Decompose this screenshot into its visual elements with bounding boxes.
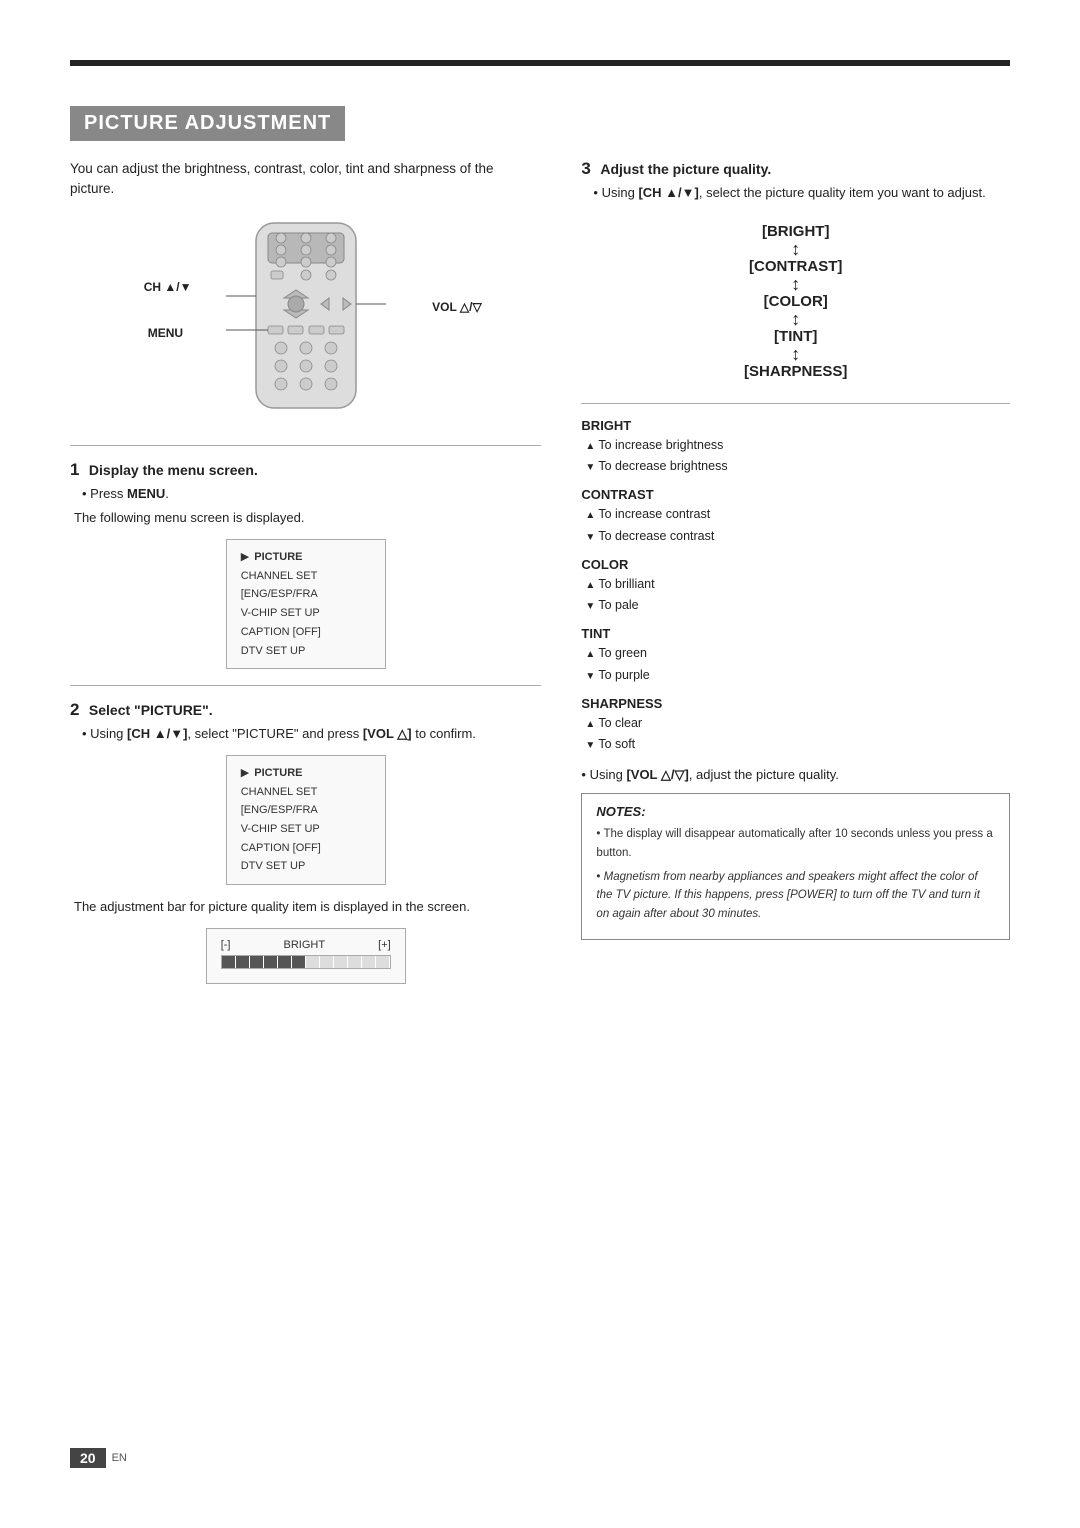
adj-bar-container: [-] BRIGHT [+]	[206, 928, 406, 984]
notes-box: NOTES: • The display will disappear auto…	[581, 793, 1010, 940]
page: PICTURE ADJUSTMENT You can adjust the br…	[0, 0, 1080, 1528]
quality-item-tint: [TINT]	[774, 329, 817, 344]
quality-arrow-3: ↕	[791, 310, 800, 328]
quality-diagram: [BRIGHT] ↕ [CONTRAST] ↕ [COLOR] ↕ [TINT]…	[581, 224, 1010, 379]
contrast-down: To decrease contrast	[585, 526, 1010, 547]
divider-1	[70, 445, 541, 446]
attr-list-bright: To increase brightness To decrease brigh…	[585, 435, 1010, 478]
attr-title-contrast: CONTRAST	[581, 487, 1010, 502]
menu-s2-item-5: CAPTION [OFF]	[241, 839, 371, 858]
attr-title-bright: BRIGHT	[581, 418, 1010, 433]
color-down: To pale	[585, 595, 1010, 616]
attr-section: BRIGHT To increase brightness To decreas…	[581, 418, 1010, 756]
step-2-bullet1: • Using [CH ▲/▼], select "PICTURE" and p…	[82, 724, 541, 745]
step-2-number: 2 Select "PICTURE".	[70, 700, 541, 720]
section-title: PICTURE ADJUSTMENT	[84, 112, 331, 135]
step-2-note: The adjustment bar for picture quality i…	[74, 897, 541, 918]
right-column: 3 Adjust the picture quality. • Using [C…	[581, 159, 1010, 1000]
adj-bar-track	[221, 955, 391, 969]
step-3: 3 Adjust the picture quality. • Using [C…	[581, 159, 1010, 204]
menu-item-5: CAPTION [OFF]	[241, 623, 371, 642]
left-column: You can adjust the brightness, contrast,…	[70, 159, 541, 1000]
remote-diagram: CH ▲/▼ MENU VOL △/▽	[70, 218, 541, 421]
attr-list-color: To brilliant To pale	[585, 574, 1010, 617]
menu-item-6: DTV SET UP	[241, 642, 371, 661]
step-2: 2 Select "PICTURE". • Using [CH ▲/▼], se…	[70, 700, 541, 984]
quality-arrow-1: ↕	[791, 240, 800, 258]
attr-title-sharpness: SHARPNESS	[581, 696, 1010, 711]
attr-title-color: COLOR	[581, 557, 1010, 572]
attr-list-contrast: To increase contrast To decrease contras…	[585, 504, 1010, 547]
step-1-content: • Press MENU. The following menu screen …	[74, 484, 541, 530]
menu-s2-item-1: ▶ PICTURE	[241, 764, 371, 783]
quality-item-bright: [BRIGHT]	[762, 224, 830, 239]
quality-item-sharpness: [SHARPNESS]	[744, 364, 847, 379]
menu-item-1: ▶ PICTURE	[241, 548, 371, 567]
tint-down: To purple	[585, 665, 1010, 686]
attr-list-sharpness: To clear To soft	[585, 713, 1010, 756]
step-3-content: • Using [CH ▲/▼], select the picture qua…	[585, 183, 1010, 204]
intro-text: You can adjust the brightness, contrast,…	[70, 159, 541, 200]
notes-title: NOTES:	[596, 804, 995, 819]
page-number-container: 20 EN	[70, 1448, 127, 1468]
menu-item-3: [ENG/ESP/FRA	[241, 585, 371, 604]
menu-s2-item-3: [ENG/ESP/FRA	[241, 801, 371, 820]
menu-s2-item-4: V-CHIP SET UP	[241, 820, 371, 839]
remote-svg	[196, 218, 416, 418]
divider-right-1	[581, 403, 1010, 404]
remote-container: CH ▲/▼ MENU VOL △/▽	[196, 218, 416, 421]
bright-up: To increase brightness	[585, 435, 1010, 456]
contrast-up: To increase contrast	[585, 504, 1010, 525]
step-1-number: 1 Display the menu screen.	[70, 460, 541, 480]
section-title-bar: PICTURE ADJUSTMENT	[70, 106, 345, 141]
note-1: • The display will disappear automatical…	[596, 825, 995, 862]
step-2-content: • Using [CH ▲/▼], select "PICTURE" and p…	[74, 724, 541, 745]
vol-line: • Using [VOL △/▽], adjust the picture qu…	[581, 767, 1010, 783]
page-number-badge: 20	[70, 1448, 106, 1468]
bright-down: To decrease brightness	[585, 456, 1010, 477]
quality-arrow-2: ↕	[791, 275, 800, 293]
attr-title-tint: TINT	[581, 626, 1010, 641]
quality-item-contrast: [CONTRAST]	[749, 259, 842, 274]
ch-label: CH ▲/▼	[144, 280, 192, 294]
attr-list-tint: To green To purple	[585, 643, 1010, 686]
menu-item-2: CHANNEL SET	[241, 567, 371, 586]
vol-label: VOL △/▽	[432, 300, 482, 314]
quality-item-color: [COLOR]	[764, 294, 828, 309]
step-3-number: 3 Adjust the picture quality.	[581, 159, 1010, 179]
step-1: 1 Display the menu screen. • Press MENU.…	[70, 460, 541, 670]
menu-screen-2: ▶ PICTURE CHANNEL SET [ENG/ESP/FRA V-CHI…	[226, 755, 386, 885]
quality-arrow-4: ↕	[791, 345, 800, 363]
menu-item-4: V-CHIP SET UP	[241, 604, 371, 623]
page-number-lang: EN	[112, 1452, 127, 1464]
step-3-bullet1: • Using [CH ▲/▼], select the picture qua…	[593, 183, 1010, 204]
sharpness-down: To soft	[585, 734, 1010, 755]
color-up: To brilliant	[585, 574, 1010, 595]
sharpness-up: To clear	[585, 713, 1010, 734]
two-column-layout: You can adjust the brightness, contrast,…	[70, 159, 1010, 1000]
step-1-bullet1: • Press MENU.	[82, 484, 541, 505]
notes-text: • The display will disappear automatical…	[596, 825, 995, 923]
tint-up: To green	[585, 643, 1010, 664]
note-2: • Magnetism from nearby appliances and s…	[596, 868, 995, 923]
step-1-bullet2: The following menu screen is displayed.	[74, 508, 541, 529]
menu-s2-item-2: CHANNEL SET	[241, 783, 371, 802]
menu-label: MENU	[148, 326, 183, 340]
adj-bar-label: [-] BRIGHT [+]	[221, 939, 391, 951]
menu-s2-item-6: DTV SET UP	[241, 857, 371, 876]
divider-2	[70, 685, 541, 686]
menu-screen-1: ▶ PICTURE CHANNEL SET [ENG/ESP/FRA V-CHI…	[226, 539, 386, 669]
top-rule	[70, 60, 1010, 66]
